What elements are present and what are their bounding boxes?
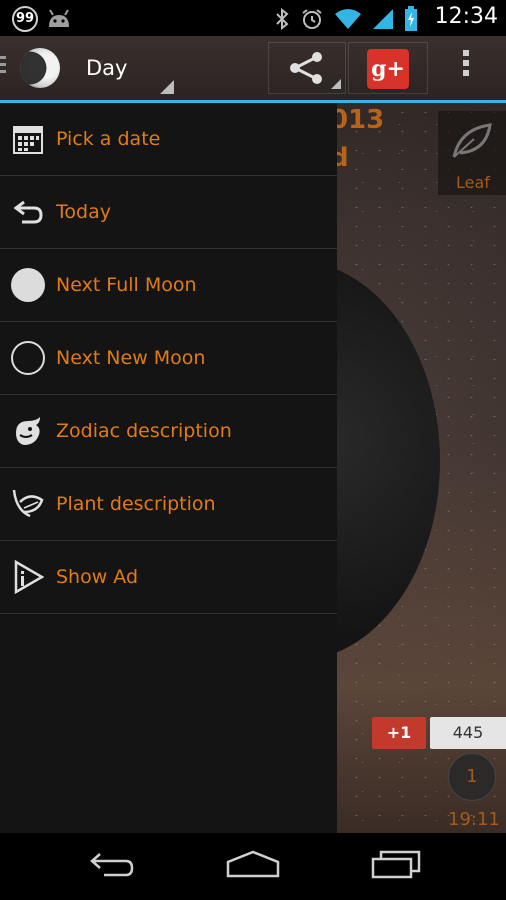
drawer-item-show-ad[interactable]: Show Ad [0, 541, 337, 614]
drawer-item-label: Next Full Moon [56, 274, 197, 296]
moonrise-time: 19:11 [448, 809, 500, 830]
plant-leaf-icon [10, 486, 46, 522]
notification-count-badge: 99 [12, 6, 38, 32]
google-plus-icon: g+ [367, 49, 409, 89]
drawer-item-plant-description[interactable]: Plant description [0, 468, 337, 541]
spinner-triangle-icon [160, 80, 174, 94]
day-number-badge: 1 [448, 753, 496, 801]
battery-charging-icon [404, 6, 418, 36]
leaf-icon [450, 121, 494, 165]
plus-one-button[interactable]: +1 [372, 717, 426, 749]
drawer-item-label: Today [56, 201, 111, 223]
drawer-indicator-icon[interactable] [0, 56, 6, 80]
drawer-item-label: Show Ad [56, 566, 139, 588]
alarm-icon [300, 7, 324, 35]
navigation-drawer: Pick a date Today Next Full Moon Next Ne… [0, 103, 337, 833]
zodiac-bull-icon [10, 413, 46, 449]
android-icon [46, 7, 72, 33]
date-heading-fragment: 013 [330, 105, 385, 135]
home-icon [226, 850, 280, 882]
drawer-item-zodiac-description[interactable]: Zodiac description [0, 395, 337, 468]
overflow-menu-icon[interactable] [458, 50, 474, 86]
drawer-item-label: Plant description [56, 493, 216, 515]
bluetooth-icon [274, 7, 290, 35]
signal-icon [372, 8, 394, 34]
system-navigation-bar [0, 833, 506, 900]
calendar-icon [10, 121, 46, 157]
drawer-item-next-new-moon[interactable]: Next New Moon [0, 322, 337, 395]
undo-arrow-icon [10, 194, 46, 230]
back-button[interactable] [72, 843, 152, 889]
ad-play-icon [10, 559, 46, 595]
drawer-item-pick-a-date[interactable]: Pick a date [0, 103, 337, 176]
full-moon-icon [10, 267, 46, 303]
drawer-item-label: Zodiac description [56, 420, 232, 442]
new-moon-icon [10, 340, 46, 376]
plus-one-count: 445 [430, 717, 506, 749]
drawer-item-label: Pick a date [56, 128, 161, 150]
drawer-item-label: Next New Moon [56, 347, 206, 369]
recent-apps-button[interactable] [356, 843, 436, 889]
leaf-label: Leaf [456, 173, 490, 192]
drawer-item-today[interactable]: Today [0, 176, 337, 249]
action-bar: Day g+ [0, 36, 506, 100]
recent-apps-icon [371, 849, 421, 883]
share-button[interactable] [268, 42, 346, 94]
view-spinner-title[interactable]: Day [86, 56, 127, 80]
wifi-icon [334, 8, 362, 34]
status-time: 12:34 [434, 4, 498, 29]
home-button[interactable] [213, 843, 293, 889]
status-bar: 99 12:34 [0, 0, 506, 36]
google-plus-button[interactable]: g+ [348, 42, 428, 94]
back-icon [88, 850, 136, 882]
drawer-item-next-full-moon[interactable]: Next Full Moon [0, 249, 337, 322]
share-icon [289, 51, 325, 89]
